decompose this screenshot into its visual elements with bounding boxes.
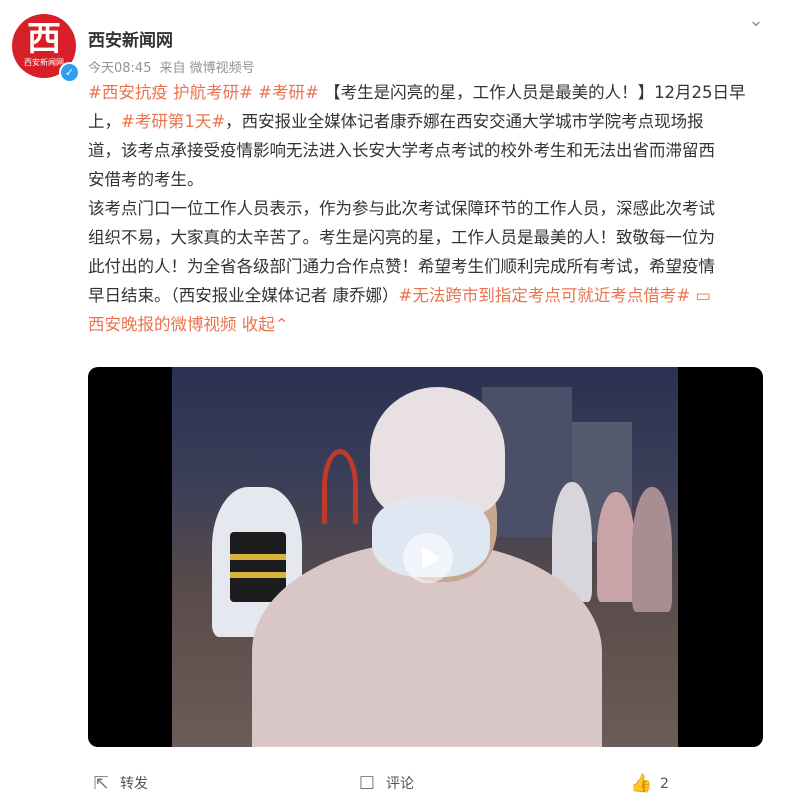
- video-link[interactable]: 西安晚报的微博视频: [88, 315, 237, 334]
- hashtag-link[interactable]: #考研第1天#: [121, 112, 225, 131]
- content-paragraph-1: #西安抗疫 护航考研# #考研# 【考生是闪亮的星，工作人员是最美的人！】12月…: [88, 78, 770, 194]
- content-text: ，西安报业全媒体记者康乔娜在西安交通大学城市学院考点现场报: [225, 112, 704, 131]
- content-text: 安借考的考生。: [88, 170, 204, 189]
- like-button[interactable]: 👍 2: [630, 772, 669, 796]
- content-paragraph-2: 该考点门口一位工作人员表示，作为参与此次考试保障环节的工作人员，深感此次考试 组…: [88, 194, 770, 339]
- post-content: #西安抗疫 护航考研# #考研# 【考生是闪亮的星，工作人员是最美的人！】12月…: [88, 78, 770, 339]
- hashtag-link[interactable]: #西安抗疫 护航考研#: [88, 83, 253, 102]
- content-text: 早日结束。（西安报业全媒体记者 康乔娜）: [88, 286, 399, 305]
- content-text: 道，该考点承接受疫情影响无法进入长安大学考点考试的校外考生和无法出省而滞留西: [88, 141, 715, 160]
- background-person: [632, 487, 672, 612]
- content-text: 【考生是闪亮的星，工作人员是最美的人！】12月25日早: [324, 83, 746, 102]
- background-person: [597, 492, 635, 602]
- hashtag-link[interactable]: #考研#: [258, 83, 319, 102]
- comment-icon: ☐: [358, 773, 376, 794]
- share-icon: ⇱: [93, 773, 109, 794]
- staff-vest: [230, 532, 286, 602]
- forward-button[interactable]: ⇱ 转发: [90, 772, 148, 796]
- avatar-logo-glyph: 西: [27, 19, 61, 59]
- post-source: 来自 微博视频号: [159, 61, 255, 76]
- video-player[interactable]: [88, 367, 763, 747]
- action-bar: ⇱ 转发 ☐ 评论 👍 2: [0, 766, 790, 802]
- chevron-down-icon[interactable]: ⌄: [744, 12, 768, 30]
- collapse-link[interactable]: 收起⌃: [242, 315, 289, 334]
- content-text: 此付出的人！为全省各级部门通力合作点赞！希望考生们顺利完成所有考试，希望疫情: [88, 257, 715, 276]
- content-text: 上，: [88, 112, 121, 131]
- verified-badge-icon: ✓: [59, 62, 80, 83]
- thumbs-up-icon: 👍: [630, 773, 653, 794]
- post-time[interactable]: 今天08:45: [88, 61, 151, 76]
- content-text: 该考点门口一位工作人员表示，作为参与此次考试保障环节的工作人员，深感此次考试: [88, 199, 715, 218]
- video-link-icon[interactable]: ▭: [695, 286, 711, 305]
- comment-button[interactable]: ☐ 评论: [356, 772, 414, 796]
- play-icon[interactable]: [403, 533, 453, 583]
- post-meta: 今天08:45 来自 微博视频号: [88, 57, 263, 76]
- content-text: 组织不易，大家真的太辛苦了。考生是闪亮的星，工作人员是最美的人！致敬每一位为: [88, 228, 715, 247]
- chevron-up-icon: ⌃: [274, 315, 289, 334]
- hashtag-link[interactable]: #无法跨市到指定考点可就近考点借考#: [399, 286, 691, 305]
- author-name[interactable]: 西安新闻网: [88, 26, 173, 51]
- background-sign: [322, 449, 358, 524]
